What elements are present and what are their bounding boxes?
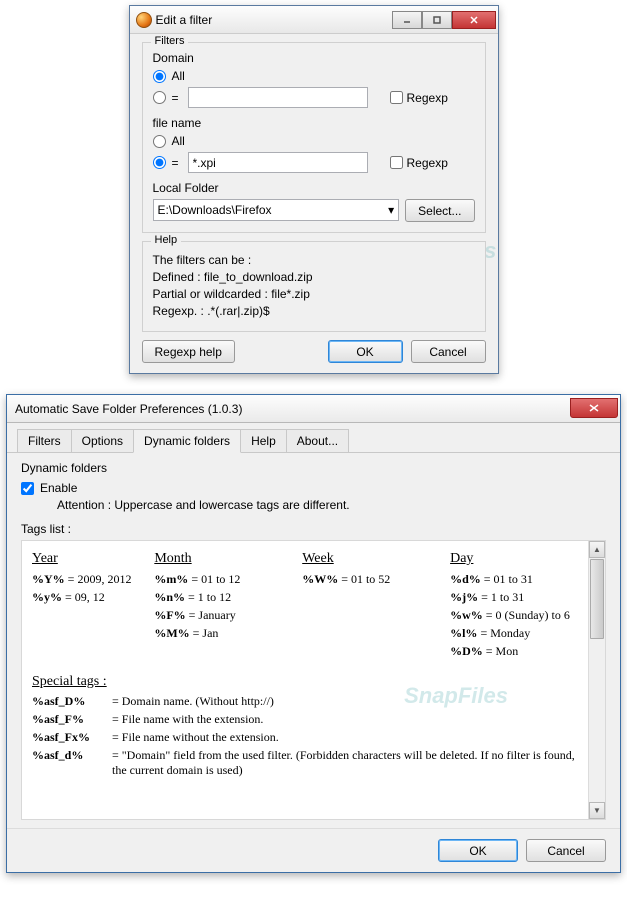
close-button[interactable] (452, 11, 496, 29)
col-day-heading: Day (450, 551, 578, 567)
all-label-2: All (172, 134, 185, 148)
special-tag-row: %asf_Fx%= File name without the extensio… (32, 730, 578, 745)
tag-line: %l% = Monday (450, 624, 578, 642)
tag-line: %d% = 01 to 31 (450, 570, 578, 588)
filters-group: Filters Domain All = Regexp file name Al… (142, 42, 486, 233)
tab-filters[interactable]: Filters (17, 429, 72, 452)
tag-line: %W% = 01 to 52 (302, 570, 430, 588)
domain-input[interactable] (188, 87, 368, 108)
tag-line: %n% = 1 to 12 (154, 588, 282, 606)
regexp-label-2: Regexp (407, 156, 448, 170)
filters-legend: Filters (151, 35, 189, 47)
col-year-heading: Year (32, 551, 134, 567)
preferences-window: Automatic Save Folder Preferences (1.0.3… (6, 394, 621, 873)
section-heading: Dynamic folders (21, 461, 606, 475)
regexp-label: Regexp (407, 91, 448, 105)
localfolder-combo[interactable]: E:\Downloads\Firefox ▾ (153, 199, 400, 221)
tag-line: %w% = 0 (Sunday) to 6 (450, 606, 578, 624)
close-button[interactable] (570, 398, 618, 418)
filename-label: file name (153, 116, 475, 130)
window-title: Automatic Save Folder Preferences (1.0.3… (15, 402, 570, 416)
minimize-button[interactable] (392, 11, 422, 29)
domain-eq-radio[interactable] (153, 91, 166, 104)
help-legend: Help (151, 234, 182, 246)
maximize-button[interactable] (422, 11, 452, 29)
tags-list-label: Tags list : (21, 522, 606, 536)
help-line: Regexp. : .*(.rar|.zip)$ (153, 304, 475, 318)
scroll-thumb[interactable] (590, 559, 604, 639)
filename-input[interactable] (188, 152, 368, 173)
eq-label: = (172, 91, 182, 105)
enable-label: Enable (40, 481, 77, 495)
tag-line: %j% = 1 to 31 (450, 588, 578, 606)
regexp-help-button[interactable]: Regexp help (142, 340, 235, 363)
all-label: All (172, 69, 185, 83)
cancel-button[interactable]: Cancel (411, 340, 486, 363)
localfolder-label: Local Folder (153, 181, 475, 195)
titlebar[interactable]: Edit a filter (130, 6, 498, 34)
localfolder-value: E:\Downloads\Firefox (158, 203, 272, 217)
tag-line: %m% = 01 to 12 (154, 570, 282, 588)
special-tag-row: %asf_D%= Domain name. (Without http://) (32, 694, 578, 709)
scrollbar[interactable]: ▲ ▼ (588, 541, 605, 819)
scroll-down-button[interactable]: ▼ (589, 802, 605, 819)
enable-checkbox[interactable] (21, 482, 34, 495)
tags-scroll-area: Year %Y% = 2009, 2012 %y% = 09, 12 Month… (21, 540, 606, 820)
filename-eq-radio[interactable] (153, 156, 166, 169)
titlebar[interactable]: Automatic Save Folder Preferences (1.0.3… (7, 395, 620, 423)
edit-filter-window: Edit a filter Filters Domain All = Regex… (129, 5, 499, 374)
special-tag-row: %asf_F%= File name with the extension. (32, 712, 578, 727)
window-title: Edit a filter (156, 13, 392, 27)
dropdown-arrow-icon: ▾ (388, 203, 394, 217)
tabstrip: Filters Options Dynamic folders Help Abo… (7, 423, 620, 453)
col-week-heading: Week (302, 551, 430, 567)
tab-about[interactable]: About... (286, 429, 349, 452)
ok-button[interactable]: OK (328, 340, 403, 363)
help-line: The filters can be : (153, 253, 475, 267)
tab-options[interactable]: Options (71, 429, 134, 452)
domain-all-radio[interactable] (153, 70, 166, 83)
special-tags-heading: Special tags : (32, 674, 578, 690)
filename-regexp-checkbox[interactable] (390, 156, 403, 169)
col-month-heading: Month (154, 551, 282, 567)
help-line: Defined : file_to_download.zip (153, 270, 475, 284)
tab-dynamic-folders[interactable]: Dynamic folders (133, 429, 241, 453)
filename-all-radio[interactable] (153, 135, 166, 148)
tag-line: %D% = Mon (450, 642, 578, 660)
cancel-button[interactable]: Cancel (526, 839, 606, 862)
special-tag-row: %asf_d%= "Domain" field from the used fi… (32, 748, 578, 778)
ok-button[interactable]: OK (438, 839, 518, 862)
tag-line: %F% = January (154, 606, 282, 624)
help-line: Partial or wildcarded : file*.zip (153, 287, 475, 301)
tag-line: %M% = Jan (154, 624, 282, 642)
select-button[interactable]: Select... (405, 199, 474, 222)
eq-label-2: = (172, 156, 182, 170)
domain-regexp-checkbox[interactable] (390, 91, 403, 104)
firefox-icon (136, 12, 152, 28)
tag-line: %y% = 09, 12 (32, 588, 134, 606)
domain-label: Domain (153, 51, 475, 65)
help-group: Help The filters can be : Defined : file… (142, 241, 486, 332)
tag-line: %Y% = 2009, 2012 (32, 570, 134, 588)
attention-text: Attention : Uppercase and lowercase tags… (57, 498, 606, 512)
scroll-up-button[interactable]: ▲ (589, 541, 605, 558)
tab-help[interactable]: Help (240, 429, 287, 452)
